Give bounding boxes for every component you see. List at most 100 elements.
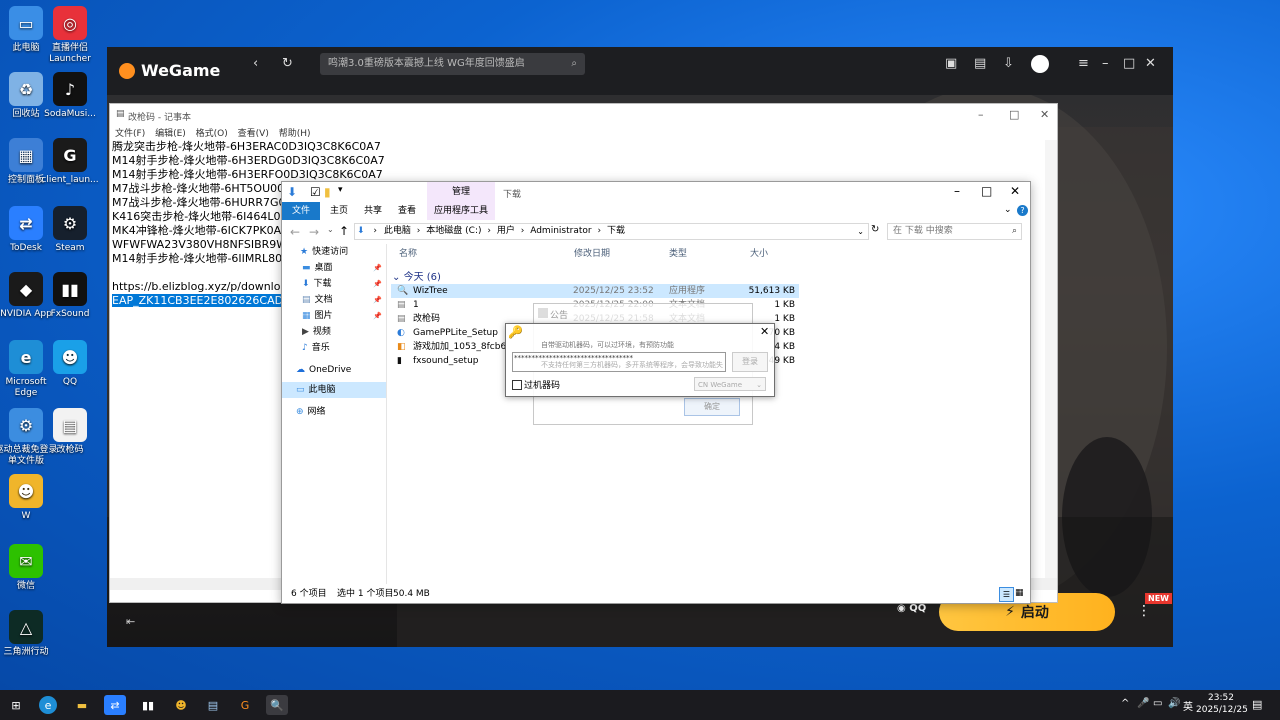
pin-icon[interactable]: 📌 bbox=[373, 292, 382, 308]
nav-item[interactable]: ♪ 音乐 bbox=[282, 340, 386, 356]
avatar[interactable] bbox=[1031, 55, 1049, 73]
machine-code-input[interactable]: ********************************** 不支持任何… bbox=[512, 352, 726, 372]
menu-edit[interactable]: 编辑(E) bbox=[155, 129, 186, 139]
tab-file[interactable]: 文件 bbox=[282, 202, 320, 220]
menu-help[interactable]: 帮助(H) bbox=[279, 129, 311, 139]
volume-icon[interactable]: 🔊 bbox=[1168, 698, 1180, 709]
qq-login-chip[interactable]: ◉ QQ bbox=[897, 603, 926, 614]
menu-view[interactable]: 查看(V) bbox=[238, 129, 269, 139]
bypass-machine-code-checkbox-row[interactable]: 过机器码 bbox=[512, 378, 560, 391]
details-view-icon[interactable]: ☰ bbox=[999, 587, 1014, 602]
desktop-icon[interactable]: ▤ 改枪码 bbox=[38, 408, 102, 456]
nav-item[interactable]: ▭ 此电脑 bbox=[282, 382, 386, 398]
vertical-scrollbar[interactable] bbox=[1045, 140, 1057, 578]
wegame-taskbar-icon[interactable]: G bbox=[234, 695, 256, 715]
nav-item[interactable]: ★ 快速访问 bbox=[282, 244, 386, 260]
desktop-icon[interactable]: ⚙ Steam bbox=[38, 206, 102, 254]
todesk-taskbar-icon[interactable]: ⇄ bbox=[104, 695, 126, 715]
close-icon[interactable]: ✕ bbox=[1145, 56, 1156, 71]
minimize-icon[interactable]: – bbox=[1102, 56, 1109, 71]
more-options-icon[interactable]: ⋮ bbox=[1137, 603, 1151, 619]
menu-file[interactable]: 文件(F) bbox=[115, 129, 145, 139]
refresh-icon[interactable]: ↻ bbox=[282, 56, 293, 71]
input-method-indicator[interactable]: 英 bbox=[1183, 698, 1193, 713]
pin-icon[interactable]: 📌 bbox=[373, 308, 382, 324]
manage-tab-header[interactable]: 管理 bbox=[427, 182, 495, 202]
maximize-icon[interactable]: □ bbox=[1009, 108, 1019, 121]
breadcrumb-this-pc[interactable]: 此电脑 bbox=[384, 226, 411, 236]
expand-ribbon-icon[interactable]: ⌄ bbox=[1004, 205, 1012, 215]
platform-select[interactable]: CN WeGame ⌄ bbox=[694, 377, 766, 391]
column-header-date[interactable]: 修改日期 bbox=[574, 246, 610, 259]
minimize-icon[interactable]: – bbox=[954, 184, 960, 198]
clock[interactable]: 23:52 2025/12/25 bbox=[1196, 692, 1248, 716]
collapse-sidebar-icon[interactable]: ⇤ bbox=[126, 615, 135, 628]
help-icon[interactable]: ? bbox=[1017, 205, 1028, 216]
quick-access-download-icon[interactable]: ⬇ bbox=[287, 185, 297, 199]
edge-taskbar-icon[interactable]: e bbox=[39, 696, 57, 714]
back-icon[interactable]: ‹ bbox=[253, 56, 258, 71]
desktop-icon[interactable]: ✉ 微信 bbox=[0, 544, 58, 592]
desktop-icon[interactable]: ☻ W bbox=[0, 474, 58, 522]
network-icon[interactable]: ▭ bbox=[1153, 698, 1162, 709]
recent-locations-icon[interactable]: ⌄ bbox=[327, 225, 334, 234]
column-header-name[interactable]: 名称 bbox=[399, 246, 417, 259]
tab-app-tools[interactable]: 应用程序工具 bbox=[427, 202, 495, 220]
new-folder-icon[interactable]: ▮ bbox=[324, 185, 331, 199]
tab-home[interactable]: 主页 bbox=[322, 202, 356, 220]
fxsound-taskbar-icon[interactable]: ▮▮ bbox=[137, 695, 159, 715]
announcement-confirm-button[interactable]: 确定 bbox=[684, 398, 740, 416]
tab-view[interactable]: 查看 bbox=[390, 202, 424, 220]
file-explorer-taskbar-icon[interactable]: ▬ bbox=[71, 695, 93, 715]
notepad-taskbar-icon[interactable]: ▤ bbox=[202, 695, 224, 715]
desktop-icon[interactable]: △ 三角洲行动 bbox=[0, 610, 58, 658]
file-row[interactable]: 🔍 WizTree 2025/12/25 23:52 应用程序 51,613 KB bbox=[391, 284, 799, 298]
address-dropdown-icon[interactable]: ⌄ bbox=[857, 224, 864, 239]
up-icon[interactable]: ↑ bbox=[339, 224, 349, 238]
w-app-taskbar-icon[interactable]: ☻ bbox=[170, 695, 192, 715]
wegame-search-input[interactable]: 鸣潮3.0重磅版本震撼上线 WG年度回馈盛启 ⌕ bbox=[320, 53, 585, 75]
microphone-icon[interactable]: 🎤 bbox=[1137, 698, 1149, 709]
close-icon[interactable]: ✕ bbox=[1040, 108, 1049, 121]
breadcrumb-administrator[interactable]: Administrator bbox=[530, 226, 591, 236]
tab-share[interactable]: 共享 bbox=[356, 202, 390, 220]
search-icon[interactable]: ⌕ bbox=[571, 53, 577, 75]
desktop-icon[interactable]: ♪ SodaMusi... bbox=[38, 72, 102, 120]
desktop-icon[interactable]: ▮▮ FxSound bbox=[38, 272, 102, 320]
refresh-icon[interactable]: ↻ bbox=[871, 224, 879, 235]
minimize-icon[interactable]: – bbox=[978, 108, 984, 121]
close-icon[interactable]: ✕ bbox=[1010, 184, 1020, 198]
nav-item[interactable]: ▬ 桌面 📌 bbox=[282, 260, 386, 276]
desktop-icon[interactable]: Gclient_laun... bbox=[38, 138, 102, 186]
bypass-checkbox[interactable] bbox=[512, 379, 522, 390]
menu-icon[interactable]: ≡ bbox=[1078, 56, 1089, 71]
nav-item[interactable]: ☁ OneDrive bbox=[282, 362, 386, 378]
properties-icon[interactable]: ☑ bbox=[310, 185, 321, 199]
desktop-icon[interactable]: ☻ QQ bbox=[38, 340, 102, 388]
nav-item[interactable]: ▶ 视频 bbox=[282, 324, 386, 340]
download-icon[interactable]: ⇩ bbox=[1003, 56, 1014, 71]
column-header-size[interactable]: 大小 bbox=[750, 246, 768, 259]
notification-center-icon[interactable]: ▤ bbox=[1252, 698, 1262, 711]
breadcrumb-users[interactable]: 用户 bbox=[497, 226, 515, 236]
nav-item[interactable]: ⊕ 网络 bbox=[282, 404, 386, 420]
back-icon[interactable]: ← bbox=[290, 225, 300, 239]
desktop-icon[interactable]: ◎ 直播伴侣 Launcher bbox=[38, 6, 102, 65]
forward-icon[interactable]: → bbox=[309, 225, 319, 239]
start-button-icon[interactable]: ⊞ bbox=[5, 695, 27, 715]
large-icons-view-icon[interactable]: ▦ bbox=[1015, 587, 1024, 600]
login-button[interactable]: 登录 bbox=[732, 352, 768, 372]
breadcrumb-downloads[interactable]: 下载 bbox=[607, 226, 625, 236]
nav-item[interactable]: ⬇ 下载 📌 bbox=[282, 276, 386, 292]
message-icon[interactable]: ▤ bbox=[974, 56, 986, 71]
customize-toolbar-icon[interactable]: ▾ bbox=[338, 185, 343, 195]
show-hidden-icons[interactable]: ^ bbox=[1121, 698, 1129, 709]
breadcrumb-local-disk[interactable]: 本地磁盘 (C:) bbox=[426, 226, 481, 236]
pin-icon[interactable]: 📌 bbox=[373, 276, 382, 292]
nav-item[interactable]: ▦ 图片 📌 bbox=[282, 308, 386, 324]
wiztree-taskbar-icon[interactable]: 🔍 bbox=[266, 695, 288, 715]
maximize-icon[interactable]: □ bbox=[1123, 56, 1135, 71]
nav-item[interactable]: ▤ 文档 📌 bbox=[282, 292, 386, 308]
address-bar[interactable]: ⬇ › 此电脑 › 本地磁盘 (C:) › 用户 › Administrator… bbox=[354, 223, 869, 240]
maximize-icon[interactable]: □ bbox=[981, 184, 992, 198]
